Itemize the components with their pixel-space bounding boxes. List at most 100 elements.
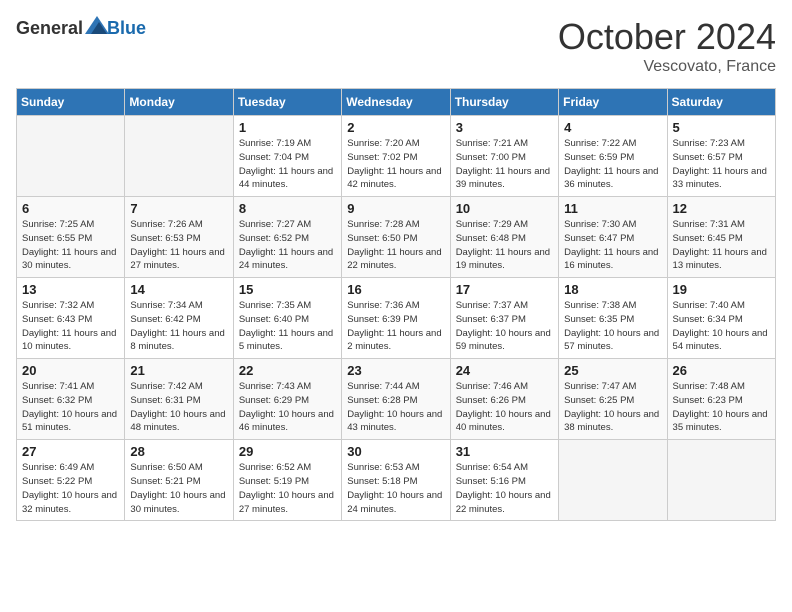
calendar-day-cell: 30 Sunrise: 6:53 AMSunset: 5:18 PMDayligh… [342,440,450,521]
day-number: 1 [239,120,336,135]
calendar-week-row: 1 Sunrise: 7:19 AMSunset: 7:04 PMDaylight… [17,116,776,197]
calendar-week-row: 6 Sunrise: 7:25 AMSunset: 6:55 PMDaylight… [17,197,776,278]
day-info: Sunrise: 7:38 AMSunset: 6:35 PMDaylight:… [564,299,661,354]
calendar-day-cell: 21 Sunrise: 7:42 AMSunset: 6:31 PMDayligh… [125,359,233,440]
calendar-day-cell: 17 Sunrise: 7:37 AMSunset: 6:37 PMDayligh… [450,278,558,359]
calendar-day-cell: 27Sunrise: 6:49 AMSunset: 5:22 PMDayligh… [17,440,125,521]
calendar-day-cell: 13Sunrise: 7:32 AMSunset: 6:43 PMDayligh… [17,278,125,359]
day-info: Sunrise: 7:36 AMSunset: 6:39 PMDaylight:… [347,299,444,354]
day-number: 9 [347,201,444,216]
day-number: 18 [564,282,661,297]
calendar-day-cell: 7 Sunrise: 7:26 AMSunset: 6:53 PMDaylight… [125,197,233,278]
month-title: October 2024 [558,16,776,58]
day-info: Sunrise: 7:25 AMSunset: 6:55 PMDaylight:… [22,218,119,273]
day-info: Sunrise: 7:29 AMSunset: 6:48 PMDaylight:… [456,218,553,273]
day-info: Sunrise: 6:53 AMSunset: 5:18 PMDaylight:… [347,461,444,516]
calendar-day-cell: 29 Sunrise: 6:52 AMSunset: 5:19 PMDayligh… [233,440,341,521]
day-number: 30 [347,444,444,459]
day-number: 31 [456,444,553,459]
day-number: 23 [347,363,444,378]
calendar-day-cell: 10 Sunrise: 7:29 AMSunset: 6:48 PMDayligh… [450,197,558,278]
calendar-day-cell: 16 Sunrise: 7:36 AMSunset: 6:39 PMDayligh… [342,278,450,359]
day-number: 6 [22,201,119,216]
calendar-day-cell [17,116,125,197]
calendar-day-cell: 28 Sunrise: 6:50 AMSunset: 5:21 PMDayligh… [125,440,233,521]
day-info: Sunrise: 7:46 AMSunset: 6:26 PMDaylight:… [456,380,553,435]
calendar-day-cell: 9Sunrise: 7:28 AMSunset: 6:50 PMDaylight… [342,197,450,278]
day-info: Sunrise: 7:31 AMSunset: 6:45 PMDaylight:… [673,218,770,273]
day-number: 4 [564,120,661,135]
calendar-day-cell: 14Sunrise: 7:34 AMSunset: 6:42 PMDayligh… [125,278,233,359]
weekday-header: Wednesday [342,89,450,116]
day-info: Sunrise: 7:21 AMSunset: 7:00 PMDaylight:… [456,137,553,192]
calendar-day-cell: 4 Sunrise: 7:22 AMSunset: 6:59 PMDaylight… [559,116,667,197]
day-number: 3 [456,120,553,135]
day-info: Sunrise: 7:19 AMSunset: 7:04 PMDaylight:… [239,137,336,192]
calendar-day-cell: 24 Sunrise: 7:46 AMSunset: 6:26 PMDayligh… [450,359,558,440]
day-number: 2 [347,120,444,135]
day-info: Sunrise: 7:22 AMSunset: 6:59 PMDaylight:… [564,137,661,192]
day-number: 11 [564,201,661,216]
day-info: Sunrise: 7:42 AMSunset: 6:31 PMDaylight:… [130,380,227,435]
day-number: 28 [130,444,227,459]
day-number: 12 [673,201,770,216]
day-info: Sunrise: 7:41 AMSunset: 6:32 PMDaylight:… [22,380,119,435]
day-number: 25 [564,363,661,378]
logo: General Blue [16,16,146,40]
calendar-table: SundayMondayTuesdayWednesdayThursdayFrid… [16,88,776,521]
day-info: Sunrise: 6:52 AMSunset: 5:19 PMDaylight:… [239,461,336,516]
calendar-day-cell: 19 Sunrise: 7:40 AMSunset: 6:34 PMDayligh… [667,278,775,359]
day-number: 14 [130,282,227,297]
weekday-header: Tuesday [233,89,341,116]
calendar-week-row: 27Sunrise: 6:49 AMSunset: 5:22 PMDayligh… [17,440,776,521]
calendar-day-cell: 23 Sunrise: 7:44 AMSunset: 6:28 PMDayligh… [342,359,450,440]
day-number: 19 [673,282,770,297]
day-number: 26 [673,363,770,378]
day-number: 7 [130,201,227,216]
calendar-day-cell: 18 Sunrise: 7:38 AMSunset: 6:35 PMDayligh… [559,278,667,359]
day-number: 24 [456,363,553,378]
calendar-day-cell [667,440,775,521]
logo-icon [85,16,109,40]
title-block: October 2024 Vescovato, France [558,16,776,76]
day-number: 27 [22,444,119,459]
calendar-day-cell: 8Sunrise: 7:27 AMSunset: 6:52 PMDaylight… [233,197,341,278]
day-info: Sunrise: 7:48 AMSunset: 6:23 PMDaylight:… [673,380,770,435]
day-number: 16 [347,282,444,297]
day-number: 5 [673,120,770,135]
day-info: Sunrise: 7:32 AMSunset: 6:43 PMDaylight:… [22,299,119,354]
day-info: Sunrise: 7:23 AMSunset: 6:57 PMDaylight:… [673,137,770,192]
calendar-day-cell: 1 Sunrise: 7:19 AMSunset: 7:04 PMDaylight… [233,116,341,197]
calendar-day-cell [125,116,233,197]
weekday-header: Saturday [667,89,775,116]
day-number: 17 [456,282,553,297]
day-info: Sunrise: 7:40 AMSunset: 6:34 PMDaylight:… [673,299,770,354]
calendar-day-cell: 31 Sunrise: 6:54 AMSunset: 5:16 PMDayligh… [450,440,558,521]
calendar-week-row: 13Sunrise: 7:32 AMSunset: 6:43 PMDayligh… [17,278,776,359]
day-number: 29 [239,444,336,459]
calendar-day-cell: 25Sunrise: 7:47 AMSunset: 6:25 PMDayligh… [559,359,667,440]
calendar-week-row: 20Sunrise: 7:41 AMSunset: 6:32 PMDayligh… [17,359,776,440]
weekday-header: Thursday [450,89,558,116]
calendar-day-cell: 15Sunrise: 7:35 AMSunset: 6:40 PMDayligh… [233,278,341,359]
weekday-header: Friday [559,89,667,116]
calendar-day-cell: 22Sunrise: 7:43 AMSunset: 6:29 PMDayligh… [233,359,341,440]
calendar-header-row: SundayMondayTuesdayWednesdayThursdayFrid… [17,89,776,116]
day-info: Sunrise: 7:20 AMSunset: 7:02 PMDaylight:… [347,137,444,192]
calendar-day-cell: 26 Sunrise: 7:48 AMSunset: 6:23 PMDayligh… [667,359,775,440]
day-info: Sunrise: 6:50 AMSunset: 5:21 PMDaylight:… [130,461,227,516]
day-info: Sunrise: 7:35 AMSunset: 6:40 PMDaylight:… [239,299,336,354]
day-info: Sunrise: 7:37 AMSunset: 6:37 PMDaylight:… [456,299,553,354]
weekday-header: Sunday [17,89,125,116]
day-info: Sunrise: 7:43 AMSunset: 6:29 PMDaylight:… [239,380,336,435]
logo-blue: Blue [107,18,146,39]
day-info: Sunrise: 7:44 AMSunset: 6:28 PMDaylight:… [347,380,444,435]
day-number: 21 [130,363,227,378]
day-info: Sunrise: 6:54 AMSunset: 5:16 PMDaylight:… [456,461,553,516]
day-number: 10 [456,201,553,216]
day-info: Sunrise: 7:26 AMSunset: 6:53 PMDaylight:… [130,218,227,273]
page-header: General Blue October 2024 Vescovato, Fra… [16,16,776,76]
day-info: Sunrise: 7:30 AMSunset: 6:47 PMDaylight:… [564,218,661,273]
weekday-header: Monday [125,89,233,116]
calendar-day-cell: 20Sunrise: 7:41 AMSunset: 6:32 PMDayligh… [17,359,125,440]
